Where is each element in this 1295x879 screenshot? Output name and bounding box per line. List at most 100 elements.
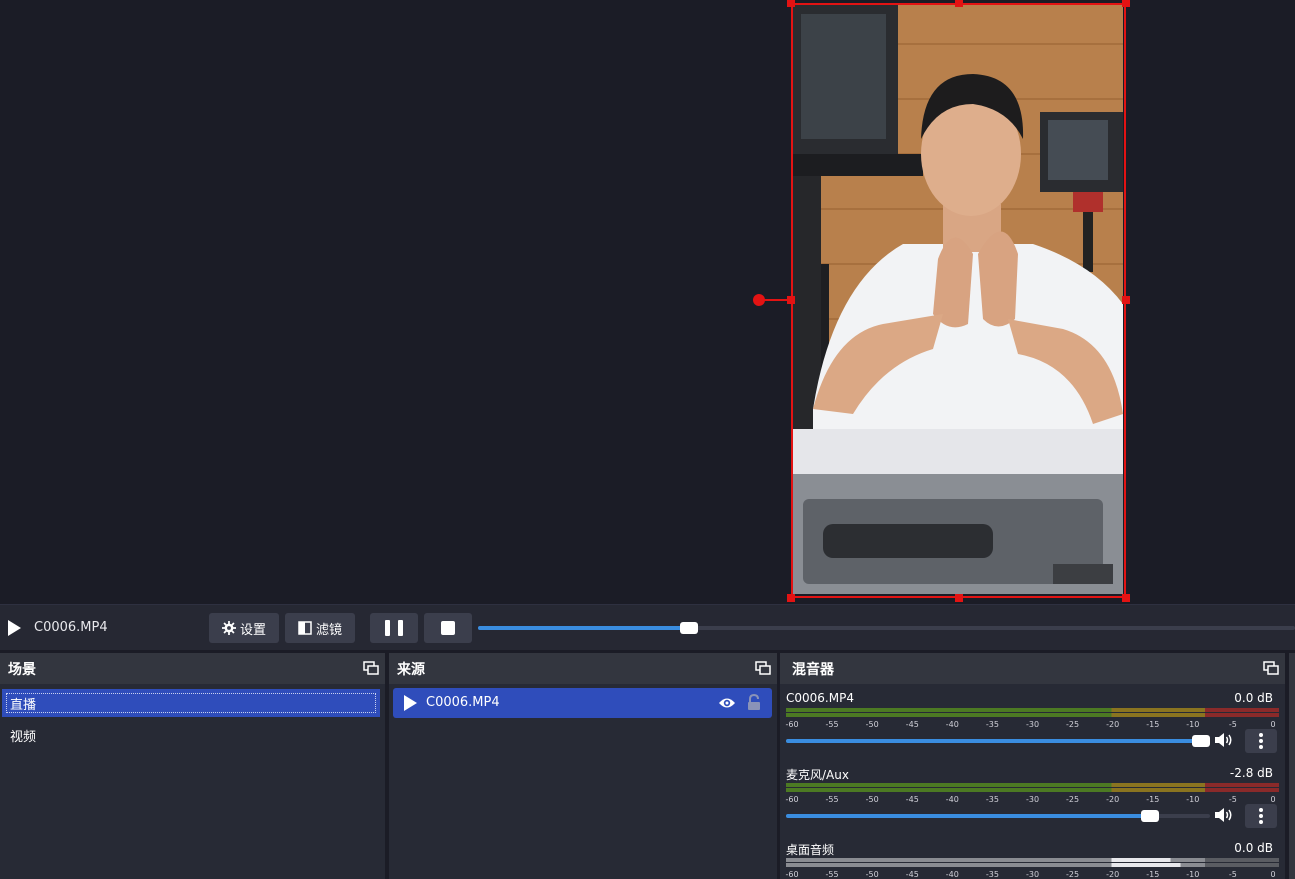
db-scale-tick: -20 <box>1106 870 1120 879</box>
channel-name: 桌面音频 <box>786 843 835 857</box>
channel-menu-button[interactable] <box>1245 729 1277 753</box>
resize-handle-bottom-left[interactable] <box>787 594 795 602</box>
speaker-icon[interactable] <box>1214 807 1234 823</box>
channel-name: C0006.MP4 <box>786 691 854 705</box>
channel-db: 0.0 dB <box>1234 841 1273 855</box>
db-scale-tick: -25 <box>1066 720 1080 729</box>
mixer-title: 混音器 <box>792 661 834 678</box>
db-scale-tick: -35 <box>985 720 999 729</box>
settings-label: 设置 <box>239 622 266 638</box>
resize-handle-top-left[interactable] <box>787 0 795 7</box>
gear-icon <box>221 621 236 635</box>
undock-icon[interactable] <box>1263 661 1279 675</box>
db-scale-tick: -60 <box>785 795 799 804</box>
db-scale-tick: -55 <box>825 870 839 879</box>
resize-handle-top-right[interactable] <box>1122 0 1130 7</box>
pause-icon <box>385 620 390 636</box>
stop-icon <box>441 621 455 635</box>
resize-handle-right[interactable] <box>1122 296 1130 304</box>
source-item-c0006[interactable]: C0006.MP4 <box>393 688 772 718</box>
settings-button[interactable]: 设置 <box>209 613 279 643</box>
db-scale-tick: -45 <box>905 870 919 879</box>
pause-button[interactable] <box>370 613 418 643</box>
seek-handle[interactable] <box>680 622 699 634</box>
seek-progress <box>478 626 683 630</box>
channel-db: 0.0 dB <box>1234 691 1273 705</box>
db-scale-tick: -40 <box>945 795 959 804</box>
sources-dock: 来源 C0006.MP4 <box>389 653 777 879</box>
transform-bounding-box <box>791 3 1126 598</box>
db-scale-tick: -45 <box>905 720 919 729</box>
sources-dock-header: 来源 <box>389 653 777 684</box>
db-scale-tick: -55 <box>825 720 839 729</box>
stop-button[interactable] <box>424 613 472 643</box>
db-scale-tick: -60 <box>785 870 799 879</box>
scenes-dock-header: 场景 <box>0 653 385 684</box>
mixer-channel-c0006: C0006.MP4 0.0 dB -60 -55 -50 -45 -40 -35 -30 -2… <box>785 691 1279 766</box>
volume-meter <box>786 707 1279 717</box>
media-source-name: C0006.MP4 <box>34 620 108 635</box>
db-scale-tick: -55 <box>825 795 839 804</box>
resize-handle-bottom-right[interactable] <box>1122 594 1130 602</box>
scene-item-video[interactable]: 视频 <box>2 721 380 749</box>
db-scale-tick: -10 <box>1186 795 1200 804</box>
mixer-dock-header: 混音器 <box>780 653 1285 684</box>
db-scale-tick: -40 <box>945 720 959 729</box>
db-scale-tick: -20 <box>1106 720 1120 729</box>
speaker-icon[interactable] <box>1214 732 1234 748</box>
db-scale-tick: -30 <box>1025 720 1040 729</box>
unlock-icon[interactable] <box>747 694 761 711</box>
db-scale-tick: 0 <box>1270 720 1276 729</box>
sources-title: 来源 <box>397 661 425 678</box>
db-scale-tick: -20 <box>1106 795 1120 804</box>
db-scale-tick: -50 <box>865 720 879 729</box>
db-scale: -60 -55 -50 -45 -40 -35 -30 -25 -20 -15 -10 -5 0 <box>785 718 1279 730</box>
channel-name: 麦克风/Aux <box>786 768 849 782</box>
volume-fill <box>786 814 1151 818</box>
filters-label: 滤镜 <box>315 622 342 638</box>
channel-db: -2.8 dB <box>1229 766 1273 780</box>
db-scale-tick: -10 <box>1186 720 1200 729</box>
scenes-title: 场景 <box>8 661 36 678</box>
db-scale-tick: -10 <box>1186 870 1200 879</box>
db-scale-tick: -25 <box>1066 795 1080 804</box>
volume-handle[interactable] <box>1141 810 1160 822</box>
db-scale-tick: -5 <box>1228 795 1237 804</box>
volume-handle[interactable] <box>1192 735 1210 747</box>
undock-icon[interactable] <box>363 661 379 675</box>
db-scale: -60 -55 -50 -45 -40 -35 -30 -25 -20 -15 -10 -5 0 <box>785 868 1279 879</box>
preview-canvas[interactable] <box>0 0 1295 603</box>
volume-fill <box>786 739 1201 743</box>
scene-label: 视频 <box>10 729 37 745</box>
mixer-channel-mic: 麦克风/Aux -2.8 dB -60 -55 -50 -45 -40 -35 -30 -25… <box>785 766 1279 841</box>
db-scale: -60 -55 -50 -45 -40 -35 -30 -25 -20 -15 -10 -5 0 <box>785 793 1279 805</box>
resize-handle-top[interactable] <box>955 0 963 7</box>
db-scale-tick: 0 <box>1270 795 1276 804</box>
source-label: C0006.MP4 <box>426 695 500 710</box>
db-scale-tick: -50 <box>865 870 879 879</box>
db-scale-tick: -30 <box>1025 870 1040 879</box>
filters-button[interactable]: 滤镜 <box>285 613 355 643</box>
db-scale-tick: -15 <box>1146 720 1160 729</box>
scene-item-live[interactable]: 直播 <box>2 689 380 717</box>
filter-icon <box>298 621 312 635</box>
seek-slider[interactable] <box>478 622 1295 634</box>
resize-handle-bottom[interactable] <box>955 594 963 602</box>
volume-slider[interactable] <box>786 810 1210 822</box>
media-source-icon <box>404 695 417 711</box>
rotation-handle[interactable] <box>753 294 765 306</box>
db-scale-tick: -15 <box>1146 795 1160 804</box>
db-scale-tick: -40 <box>945 870 959 879</box>
audio-mixer-dock: 混音器 C0006.MP4 0.0 dB -60 -55 -50 -45 -40 -35-… <box>780 653 1285 879</box>
volume-slider[interactable] <box>786 735 1210 747</box>
volume-meter <box>786 857 1279 867</box>
undock-icon[interactable] <box>755 661 771 675</box>
db-scale-tick: -25 <box>1066 870 1080 879</box>
db-scale-tick: -35 <box>985 795 999 804</box>
mixer-channel-desktop: 桌面音频 0.0 dB -60 -55 -50 -45 -40 -35 -30 -25 -20 -… <box>785 841 1279 879</box>
volume-meter <box>786 782 1279 792</box>
db-scale-tick: -35 <box>985 870 999 879</box>
media-controls-bar: C0006.MP4 设置 滤镜 <box>0 604 1295 650</box>
eye-icon[interactable] <box>718 696 736 710</box>
channel-menu-button[interactable] <box>1245 804 1277 828</box>
